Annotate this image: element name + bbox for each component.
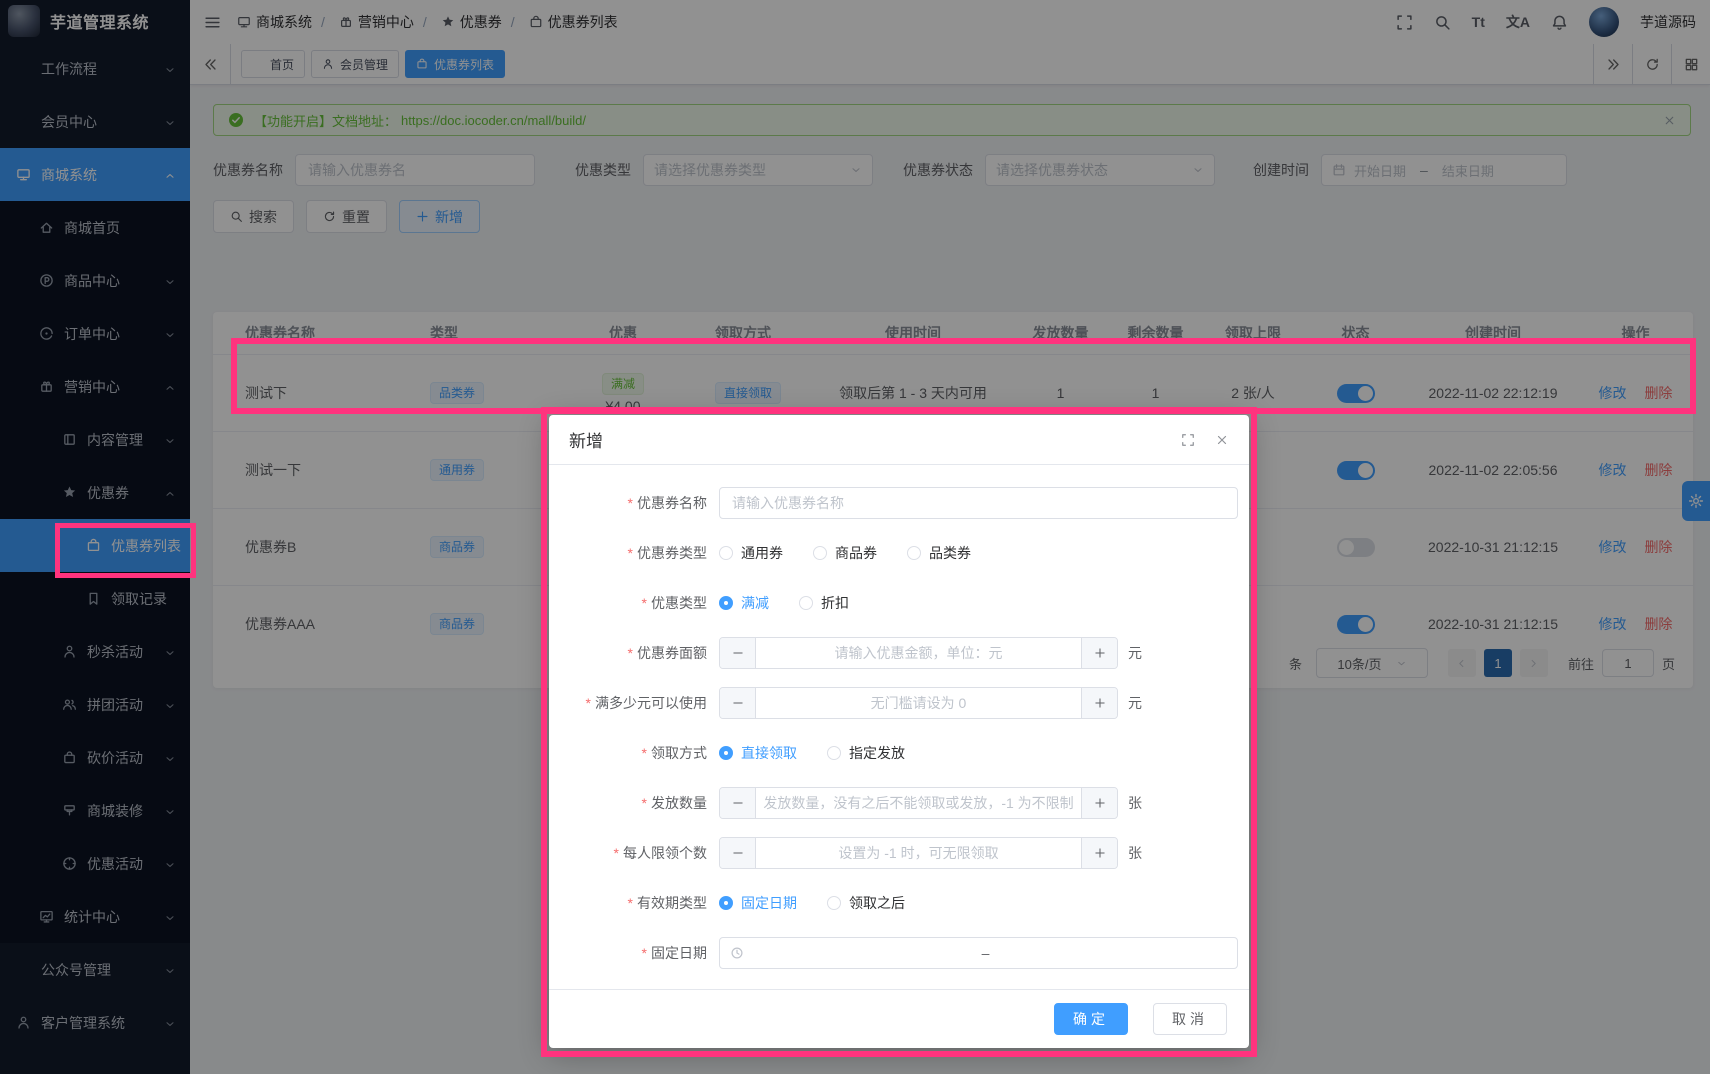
radio-dot: [719, 596, 733, 610]
dialog-footer: 确定 取消: [549, 989, 1249, 1048]
form-row-validity-type: *有效期类型 固定日期 领取之后: [549, 878, 1249, 928]
radio-option[interactable]: 折扣: [799, 593, 849, 613]
decrease-button[interactable]: [720, 638, 756, 668]
coupon-name-field[interactable]: [719, 487, 1238, 519]
increase-button[interactable]: [1081, 638, 1117, 668]
radio-dot: [907, 546, 921, 560]
total-count-input[interactable]: [756, 788, 1081, 818]
radio-option[interactable]: 满减: [719, 593, 769, 613]
confirm-button[interactable]: 确定: [1054, 1003, 1128, 1035]
plus-icon: [1094, 647, 1106, 659]
decrease-button[interactable]: [720, 838, 756, 868]
face-value-stepper: [719, 637, 1118, 669]
radio-option[interactable]: 品类券: [907, 543, 971, 563]
take-limit-stepper: [719, 837, 1118, 869]
increase-button[interactable]: [1081, 838, 1117, 868]
radio-dot: [719, 746, 733, 760]
form-row-fixed-date: *固定日期 –: [549, 928, 1249, 978]
form-row-coupon-type: *优惠券类型 通用券 商品券 品类券: [549, 528, 1249, 578]
take-type-radio-group: 直接领取 指定发放: [719, 743, 1237, 763]
minus-icon: [732, 647, 744, 659]
form-row-threshold: *满多少元可以使用 元: [549, 678, 1249, 728]
dialog-title: 新增: [569, 427, 603, 452]
radio-option[interactable]: 直接领取: [719, 743, 797, 763]
total-count-stepper: [719, 787, 1118, 819]
radio-option[interactable]: 固定日期: [719, 893, 797, 913]
threshold-stepper: [719, 687, 1118, 719]
dialog-header: 新增: [549, 415, 1249, 465]
radio-option[interactable]: 指定发放: [827, 743, 905, 763]
dialog-close-icon[interactable]: [1215, 433, 1229, 447]
add-coupon-dialog: 新增 *优惠券名称 *优惠券类型 通用券: [549, 415, 1249, 1048]
radio-dot: [827, 896, 841, 910]
form-row-take-type: *领取方式 直接领取 指定发放: [549, 728, 1249, 778]
minus-icon: [732, 697, 744, 709]
decrease-button[interactable]: [720, 688, 756, 718]
clock-icon: [730, 946, 744, 960]
increase-button[interactable]: [1081, 688, 1117, 718]
face-value-input[interactable]: [756, 638, 1081, 668]
minus-icon: [732, 847, 744, 859]
form-row-face-value: *优惠券面额 元: [549, 628, 1249, 678]
dialog-fullscreen-icon[interactable]: [1181, 433, 1195, 447]
radio-dot: [719, 546, 733, 560]
increase-button[interactable]: [1081, 788, 1117, 818]
decrease-button[interactable]: [720, 788, 756, 818]
radio-option[interactable]: 通用券: [719, 543, 783, 563]
take-limit-input[interactable]: [756, 838, 1081, 868]
radio-dot: [799, 596, 813, 610]
threshold-input[interactable]: [756, 688, 1081, 718]
dialog-body: *优惠券名称 *优惠券类型 通用券 商品券: [549, 465, 1249, 989]
fixed-date-range-picker[interactable]: –: [719, 937, 1238, 969]
discount-type-radio-group: 满减 折扣: [719, 593, 1237, 613]
form-row-take-limit: *每人限领个数 张: [549, 828, 1249, 878]
radio-dot: [719, 896, 733, 910]
form-row-coupon-name: *优惠券名称: [549, 478, 1249, 528]
plus-icon: [1094, 697, 1106, 709]
validity-type-radio-group: 固定日期 领取之后: [719, 893, 1237, 913]
plus-icon: [1094, 797, 1106, 809]
radio-option[interactable]: 商品券: [813, 543, 877, 563]
plus-icon: [1094, 847, 1106, 859]
coupon-type-radio-group: 通用券 商品券 品类券: [719, 543, 1237, 563]
radio-dot: [813, 546, 827, 560]
radio-dot: [827, 746, 841, 760]
radio-option[interactable]: 领取之后: [827, 893, 905, 913]
cancel-button[interactable]: 取消: [1153, 1003, 1227, 1035]
minus-icon: [732, 797, 744, 809]
form-row-discount-type: *优惠类型 满减 折扣: [549, 578, 1249, 628]
form-row-total-count: *发放数量 张: [549, 778, 1249, 828]
